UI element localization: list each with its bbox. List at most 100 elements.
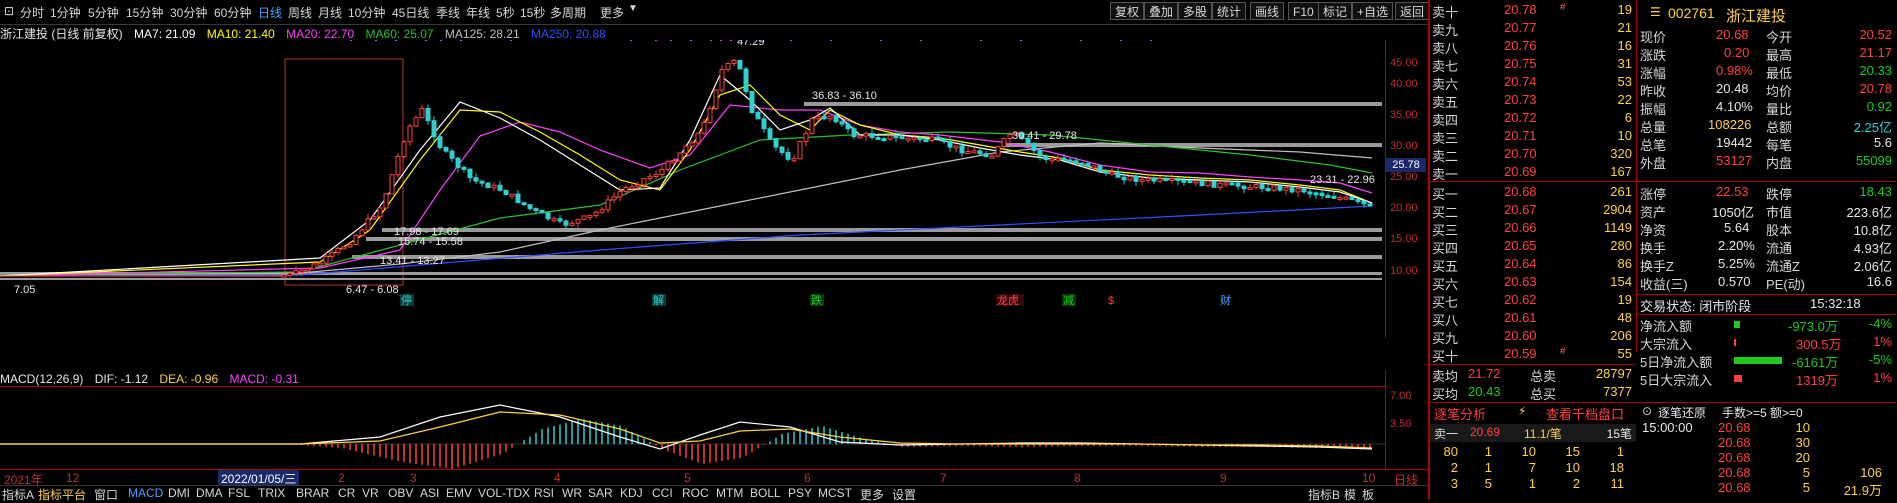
tab-indicator-b[interactable]: 指标B xyxy=(1308,486,1340,503)
tab-vol-tdx[interactable]: VOL-TDX xyxy=(478,486,530,500)
tab-trix[interactable]: TRIX xyxy=(258,486,285,500)
tab-brar[interactable]: BRAR xyxy=(296,486,329,500)
tab-asi[interactable]: ASI xyxy=(420,486,439,500)
tab-tick-restore[interactable]: 逐笔还原 xyxy=(1658,404,1706,421)
tab-monthly[interactable]: 月线 xyxy=(318,4,342,21)
tab-cr[interactable]: CR xyxy=(338,486,355,500)
bid-row[interactable]: 买七 20.62 19 xyxy=(1430,292,1636,310)
tab-indicator-a[interactable]: 指标A xyxy=(2,486,34,503)
candle-body xyxy=(341,246,347,250)
tab-mtm[interactable]: MTM xyxy=(716,486,743,500)
tab-5min[interactable]: 5分钟 xyxy=(88,4,119,21)
ask-row[interactable]: 卖七 20.75 31 xyxy=(1430,56,1636,74)
candle-body xyxy=(1043,155,1049,160)
event-drop[interactable]: 跌 xyxy=(811,293,822,307)
signal-dot xyxy=(375,40,377,41)
ask-row[interactable]: 卖一 20.69 167 xyxy=(1430,164,1636,182)
tick-filter[interactable]: 手数>=5 额>=0 xyxy=(1722,404,1803,421)
bid-row[interactable]: 买三 20.66 1149 xyxy=(1430,220,1636,238)
tab-rsi[interactable]: RSI xyxy=(534,486,554,500)
macd-chart[interactable] xyxy=(0,386,1385,470)
flow-bar xyxy=(1734,321,1740,328)
bid-row[interactable]: 买二 20.67 2904 xyxy=(1430,202,1636,220)
tab-wr[interactable]: WR xyxy=(562,486,582,500)
bid-row[interactable]: 买一 20.68 261 xyxy=(1430,184,1636,202)
ask-row[interactable]: 卖六 20.74 53 xyxy=(1430,74,1636,92)
multi-stock-button[interactable]: 多股 xyxy=(1178,2,1213,20)
event-finance[interactable]: 财 xyxy=(1220,293,1231,307)
tab-indicator-platform[interactable]: 指标平台 xyxy=(38,486,86,503)
tab-45day[interactable]: 45日线 xyxy=(392,4,429,21)
tab-fenshi[interactable]: 分时 xyxy=(20,4,44,21)
statistics-button[interactable]: 统计 xyxy=(1212,2,1247,20)
bid-row[interactable]: 买六 20.63 154 xyxy=(1430,274,1636,292)
ask-row[interactable]: 卖二 20.70 320 xyxy=(1430,146,1636,164)
date-label: 10 xyxy=(1362,471,1376,485)
restore-toggle-icon[interactable]: ⊙ xyxy=(1642,404,1652,418)
tab-60min[interactable]: 60分钟 xyxy=(214,4,251,21)
tab-15sec[interactable]: 15秒 xyxy=(520,4,545,21)
event-suspend[interactable]: 停 xyxy=(401,293,412,307)
tab-macd[interactable]: MACD xyxy=(128,486,163,500)
kline-chart[interactable]: 47.29 36.83 - 36.10 30.41 - 29.78 23.31 … xyxy=(0,40,1385,338)
tab-quarterly[interactable]: 季线 xyxy=(436,4,460,21)
tab-weekly[interactable]: 周线 xyxy=(288,4,312,21)
tab-sar[interactable]: SAR xyxy=(588,486,613,500)
tab-boll[interactable]: BOLL xyxy=(750,486,781,500)
tab-more[interactable]: 更多 xyxy=(600,4,624,21)
adjust-button[interactable]: 复权 xyxy=(1110,2,1145,20)
tab-obv[interactable]: OBV xyxy=(388,486,413,500)
tab-template[interactable]: 模 xyxy=(1344,486,1356,503)
date-axis: 2021年 12 2022/01/05/三 2 3 4 5 6 7 8 9 10… xyxy=(0,469,1429,487)
add-watchlist-button[interactable]: +自选 xyxy=(1352,2,1394,20)
bid-row[interactable]: 买九 20.60 206 xyxy=(1430,328,1636,346)
ask-row[interactable]: 卖九 20.77 21 xyxy=(1430,20,1636,38)
bid-row[interactable]: 买十 20.59 #55 xyxy=(1430,346,1636,364)
tab-30min[interactable]: 30分钟 xyxy=(170,4,207,21)
tab-1min[interactable]: 1分钟 xyxy=(50,4,81,21)
bid-row[interactable]: 买八 20.61 48 xyxy=(1430,310,1636,328)
tab-board[interactable]: 板 xyxy=(1362,486,1374,503)
event-dragon-tiger[interactable]: 龙虎 xyxy=(997,294,1019,307)
tab-mcst[interactable]: MCST xyxy=(818,486,852,500)
tab-window[interactable]: 窗口 xyxy=(94,486,118,503)
toolbar-menu-icon[interactable]: ⊡ xyxy=(4,4,14,18)
bid-row[interactable]: 买五 20.64 86 xyxy=(1430,256,1636,274)
event-dividend[interactable]: $ xyxy=(1108,295,1114,307)
tab-dma[interactable]: DMA xyxy=(196,486,223,500)
tab-roc[interactable]: ROC xyxy=(682,486,709,500)
back-button[interactable]: 返回 xyxy=(1395,2,1430,20)
candle-body xyxy=(359,229,365,237)
tab-kdj[interactable]: KDJ xyxy=(620,486,643,500)
tab-multi-period[interactable]: 多周期 xyxy=(550,4,586,21)
bid-row[interactable]: 买四 20.65 280 xyxy=(1430,238,1636,256)
ask-row[interactable]: 卖八 20.76 16 xyxy=(1430,38,1636,56)
more-chevron-icon[interactable]: ▼ xyxy=(628,3,638,14)
tab-dmi[interactable]: DMI xyxy=(168,486,190,500)
ask-row[interactable]: 卖十 20.78 #19 xyxy=(1430,2,1636,20)
tab-fsl[interactable]: FSL xyxy=(228,486,250,500)
tab-yearly[interactable]: 年线 xyxy=(466,4,490,21)
f10-button[interactable]: F10 xyxy=(1288,2,1319,20)
tab-emv[interactable]: EMV xyxy=(446,486,472,500)
mark-button[interactable]: 标记 xyxy=(1318,2,1353,20)
tab-5sec[interactable]: 5秒 xyxy=(496,4,515,21)
event-unlock[interactable]: 解 xyxy=(653,293,664,307)
tab-10min[interactable]: 10分钟 xyxy=(348,4,385,21)
support-line-5 xyxy=(0,278,1382,280)
view-level-button[interactable]: 查看千档盘口 xyxy=(1546,404,1624,423)
tab-tick-analysis[interactable]: 逐笔分析 xyxy=(1434,404,1486,423)
ask-row[interactable]: 卖五 20.73 22 xyxy=(1430,92,1636,110)
tab-cci[interactable]: CCI xyxy=(652,486,673,500)
ask-row[interactable]: 卖三 20.71 10 xyxy=(1430,128,1636,146)
tab-psy[interactable]: PSY xyxy=(788,486,812,500)
tab-daily[interactable]: 日线 xyxy=(258,4,282,21)
ask-row[interactable]: 卖四 20.72 6 xyxy=(1430,110,1636,128)
tab-15min[interactable]: 15分钟 xyxy=(126,4,163,21)
tab-settings[interactable]: 设置 xyxy=(892,486,916,503)
overlay-button[interactable]: 叠加 xyxy=(1144,2,1179,20)
tab-more-indicators[interactable]: 更多 xyxy=(860,486,884,503)
tab-vr[interactable]: VR xyxy=(362,486,379,500)
event-reduce[interactable]: 减 xyxy=(1063,294,1074,307)
draw-line-button[interactable]: 画线 xyxy=(1250,2,1285,20)
